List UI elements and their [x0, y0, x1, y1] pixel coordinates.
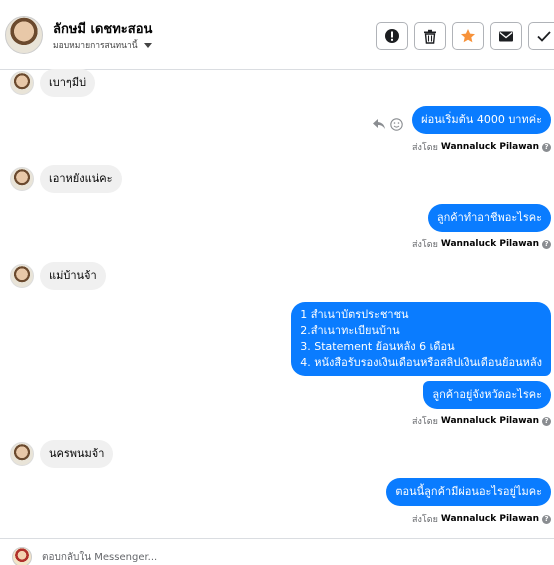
outgoing-message[interactable]: ลูกค้าอยู่จังหวัดอะไรคะ	[423, 381, 551, 409]
star-icon	[461, 29, 475, 43]
sent-by-label: ส่งโดย Wannaluck Pilawan ?	[412, 512, 551, 526]
info-icon[interactable]: ?	[542, 514, 551, 524]
contact-avatar[interactable]	[5, 16, 43, 54]
reply-composer	[0, 538, 554, 565]
sent-by-label: ส่งโดย Wannaluck Pilawan ?	[412, 140, 551, 154]
conversation-toolbar	[376, 22, 554, 50]
sent-by-prefix: ส่งโดย	[412, 143, 438, 153]
envelope-icon	[499, 31, 513, 41]
conversation-header: ลักษมี เดชทะสอน มอบหมายการสนทนานี้	[0, 0, 554, 70]
sent-by-prefix: ส่งโดย	[412, 515, 438, 525]
sent-by-name[interactable]: Wannaluck Pilawan	[441, 239, 539, 249]
outgoing-message[interactable]: ตอนนี้ลูกค้ามีผ่อนอะไรอยู่ไมคะ	[386, 478, 551, 506]
info-icon[interactable]: ?	[542, 142, 551, 152]
caret-down-icon	[143, 42, 152, 48]
sent-by-prefix: ส่งโดย	[412, 240, 438, 250]
reply-icon[interactable]	[372, 118, 386, 130]
outgoing-message[interactable]: ผ่อนเริ่มต้น 4000 บาทค่ะ	[412, 106, 551, 134]
assign-conversation-label: มอบหมายการสนทนานี้	[53, 41, 138, 51]
sent-by-prefix: ส่งโดย	[412, 417, 438, 427]
star-button[interactable]	[452, 22, 484, 50]
sender-avatar[interactable]	[10, 71, 34, 95]
sender-avatar[interactable]	[10, 167, 34, 191]
message-line: 1 สำเนาบัตรประชาชน	[300, 308, 409, 321]
page-avatar	[12, 547, 32, 565]
incoming-message[interactable]: แม่บ้านจ้า	[40, 262, 106, 290]
check-icon	[537, 31, 551, 42]
mark-done-button[interactable]	[528, 22, 554, 50]
reply-input[interactable]	[42, 549, 522, 565]
sent-by-label: ส่งโดย Wannaluck Pilawan ?	[412, 237, 551, 251]
message-line: 3. Statement ย้อนหลัง 6 เดือน	[300, 340, 455, 353]
outgoing-message-multiline[interactable]: 1 สำเนาบัตรประชาชน 2.สำเนาทะเบียนบ้าน 3.…	[291, 302, 551, 376]
delete-button[interactable]	[414, 22, 446, 50]
incoming-message[interactable]: เอาหยังแน่คะ	[40, 165, 122, 193]
outgoing-message[interactable]: ลูกค้าทำอาชีพอะไรคะ	[427, 204, 551, 232]
assign-conversation-dropdown[interactable]: มอบหมายการสนทนานี้	[53, 38, 152, 52]
exclamation-circle-icon	[385, 29, 399, 43]
sent-by-name[interactable]: Wannaluck Pilawan	[441, 416, 539, 426]
incoming-message[interactable]: นครพนมจ้า	[40, 440, 114, 468]
trash-icon	[424, 29, 436, 44]
react-smile-icon[interactable]	[390, 118, 403, 131]
incoming-message[interactable]: เบาๆมีบ่	[40, 69, 96, 97]
message-line: 4. หนังสือรับรองเงินเดือนหรือสลิปเงินเดื…	[300, 356, 542, 369]
sent-by-name[interactable]: Wannaluck Pilawan	[441, 142, 539, 152]
mark-unread-button[interactable]	[490, 22, 522, 50]
mark-spam-button[interactable]	[376, 22, 408, 50]
sender-avatar[interactable]	[10, 442, 34, 466]
sender-avatar[interactable]	[10, 264, 34, 288]
message-line: 2.สำเนาทะเบียนบ้าน	[300, 324, 400, 337]
contact-name[interactable]: ลักษมี เดชทะสอน	[53, 18, 152, 39]
info-icon[interactable]: ?	[542, 416, 551, 426]
sent-by-label: ส่งโดย Wannaluck Pilawan ?	[412, 414, 551, 428]
sent-by-name[interactable]: Wannaluck Pilawan	[441, 514, 539, 524]
info-icon[interactable]: ?	[542, 239, 551, 249]
